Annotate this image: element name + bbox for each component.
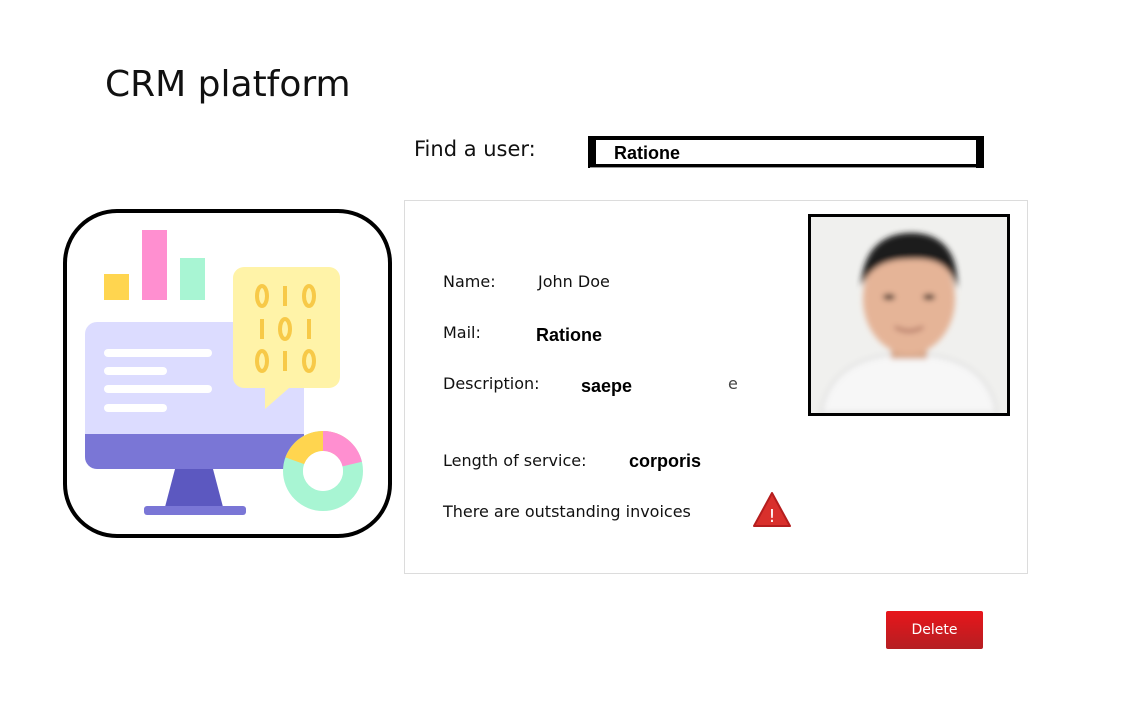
monitor-stand [165,469,223,507]
description-overflow-char: e [728,374,738,393]
mail-label: Mail: [443,323,481,342]
crm-dashboard-icon [85,230,363,515]
warning-mark: ! [768,506,775,527]
description-label: Description: [443,374,540,393]
avatar [811,217,1007,413]
user-photo [808,214,1010,416]
warning-triangle-icon: ! [753,492,791,527]
find-user-label: Find a user: [414,137,536,161]
service-label: Length of service: [443,451,587,470]
screen-line [104,404,167,412]
invoice-notice: There are outstanding invoices [443,502,691,521]
description-value: saepe [581,376,633,396]
screen-line [104,367,167,375]
screen-line [104,349,212,357]
name-label: Name: [443,272,496,291]
monitor-base [144,506,246,515]
bar-mint [180,258,205,300]
mail-value: Ratione [536,325,603,345]
bar-yellow [104,274,129,300]
bar-pink [142,230,167,300]
user-search-value: Ratione [614,143,681,163]
donut-chart [283,431,363,511]
delete-button[interactable]: Delete [886,611,983,649]
screen-line [104,385,212,393]
monitor-bezel [85,434,304,469]
search-underline [590,167,976,168]
crm-illustration [63,209,392,538]
user-search-input[interactable]: Ratione [588,136,984,168]
name-value: John Doe [538,272,610,291]
service-value: corporis [629,451,702,471]
app-title: CRM platform [105,64,351,105]
